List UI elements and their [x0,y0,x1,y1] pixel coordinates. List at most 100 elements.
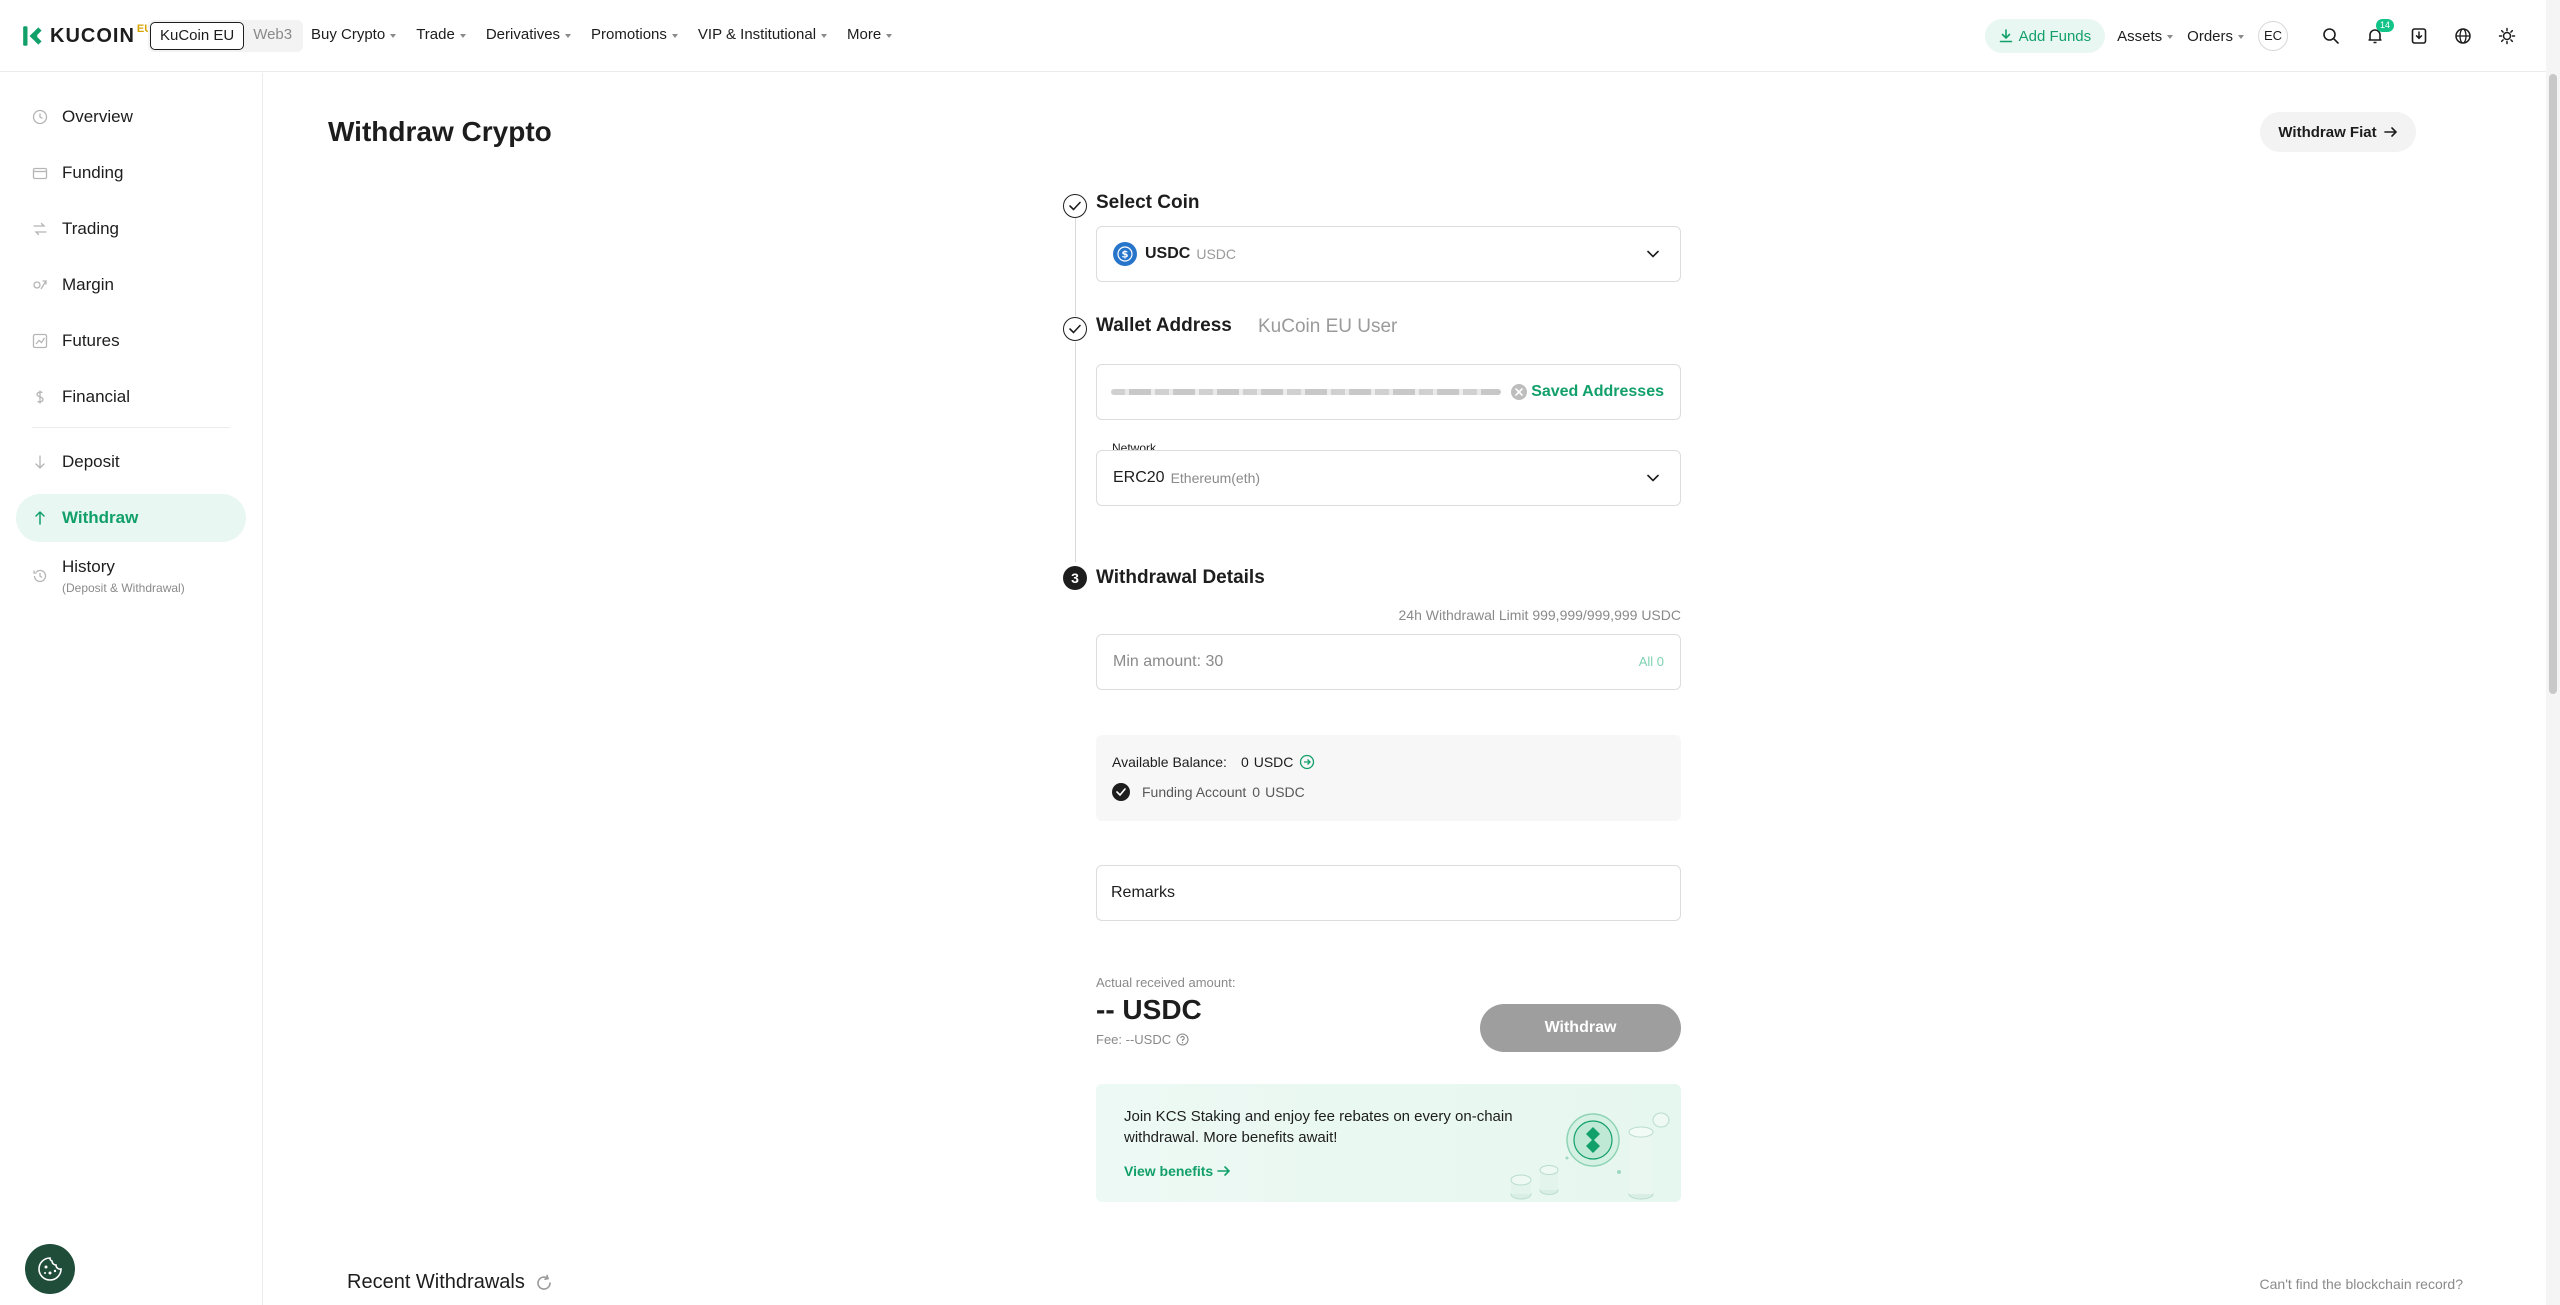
all-amount-link[interactable]: All 0 [1639,654,1664,669]
tab-wallet-address[interactable]: Wallet Address [1096,315,1232,337]
caret-down-icon [565,33,572,38]
page-title: Withdraw Crypto [328,116,552,147]
clear-icon[interactable] [1510,383,1528,401]
tab-kucoin-eu-user[interactable]: KuCoin EU User [1258,316,1397,338]
margin-icon [32,277,48,293]
view-benefits-label: View benefits [1124,1163,1214,1179]
arrow-down-icon [32,454,48,470]
app-download-icon [2411,28,2427,44]
received-amount-value: -- USDC [1096,994,1202,1025]
app-download-button[interactable] [2404,21,2434,51]
add-funds-button[interactable]: Add Funds [1984,19,2106,53]
sidebar-item-funding[interactable]: Funding [16,149,246,197]
step-select-coin-title: Select Coin [1096,192,1200,213]
help-icon[interactable] [1176,1033,1189,1046]
caret-down-icon [2238,35,2244,39]
download-icon [1999,29,2012,43]
withdraw-button[interactable]: Withdraw [1480,1004,1681,1052]
nav-promotions[interactable]: Promotions [591,26,678,43]
page-scrollbar[interactable] [2546,0,2560,1305]
arrow-right-icon [1217,1166,1231,1176]
notification-badge: 14 [2375,19,2394,32]
wallet-address-input[interactable]: Saved Addresses [1096,364,1681,420]
sidebar-item-financial[interactable]: Financial [16,373,246,421]
nav-derivatives[interactable]: Derivatives [486,26,572,43]
funding-account-row[interactable]: Funding Account 0 USDC [1112,783,1305,801]
add-funds-label: Add Funds [2018,27,2092,45]
orders-menu[interactable]: Orders [2187,28,2244,45]
sidebar-item-history[interactable]: History (Deposit & Withdrawal) [16,546,246,606]
checkbox-checked-icon[interactable] [1112,783,1130,801]
platform-switcher: KuCoin EU Web3 [148,20,304,52]
sidebar-item-label: Financial [62,387,131,406]
top-navbar: KUCOIN EU KuCoin EU Web3 Buy Crypto Trad… [0,0,2560,72]
trade-icon [32,221,48,237]
theme-toggle-button[interactable] [2492,21,2522,51]
scrollbar-thumb[interactable] [2549,74,2557,694]
available-balance-row: Available Balance: 0 USDC [1112,754,1315,770]
switch-kucoin-eu[interactable]: KuCoin EU [150,22,245,50]
refresh-icon[interactable] [535,1274,553,1292]
sidebar-item-label: Margin [62,275,114,294]
switch-web3[interactable]: Web3 [244,22,301,50]
cant-find-record-link[interactable]: Can't find the blockchain record? [2260,1276,2463,1292]
nav-more-label: More [847,26,882,43]
usdc-coin-icon: $ [1113,242,1137,266]
caret-down-icon [886,33,893,38]
withdrawal-limit-text: 24h Withdrawal Limit 999,999/999,999 USD… [1398,607,1682,623]
sidebar-item-overview[interactable]: Overview [16,93,246,141]
notifications-button[interactable]: 14 [2360,19,2394,51]
caret-down-icon [459,33,466,38]
network-select[interactable]: ERC20 Ethereum(eth) [1096,450,1681,506]
sidebar-item-label: Futures [62,331,120,350]
withdraw-fiat-button[interactable]: Withdraw Fiat [2260,112,2416,152]
arrow-up-icon [32,510,48,526]
amount-input[interactable] [1113,653,1533,671]
search-icon [2323,28,2339,44]
balance-panel: Available Balance: 0 USDC Funding Accoun… [1096,735,1681,821]
kcs-staking-promo: Join KCS Staking and enjoy fee rebates o… [1096,1084,1681,1202]
assets-menu[interactable]: Assets [2117,27,2174,45]
orders-label: Orders [2187,27,2233,45]
sun-icon [2498,27,2516,45]
sidebar-item-sublabel: (Deposit & Withdrawal) [62,581,185,595]
step-withdrawal-details-title: Withdrawal Details [1096,567,1265,588]
saved-addresses-link[interactable]: Saved Addresses [1531,383,1664,401]
kucoin-logo-icon [23,26,42,46]
sidebar-item-trading[interactable]: Trading [16,205,246,253]
promo-text: Join KCS Staking and enjoy fee rebates o… [1124,1108,1513,1146]
sidebar-item-withdraw[interactable]: Withdraw [16,494,246,542]
recent-withdrawals-title: Recent Withdrawals [347,1271,553,1294]
funding-account-value: 0 [1252,784,1261,800]
assets-label: Assets [2117,27,2163,45]
sidebar-item-margin[interactable]: Margin [16,261,246,309]
step-number-badge: 3 [1063,566,1087,590]
received-amount-label: Actual received amount: [1096,975,1236,990]
sidebar-history-text: History (Deposit & Withdrawal) [62,557,185,595]
view-benefits-link[interactable]: View benefits [1124,1163,1231,1179]
nav-more[interactable]: More [847,26,893,43]
available-balance-label: Available Balance: [1112,754,1227,770]
search-button[interactable] [2316,21,2346,51]
remarks-input[interactable] [1111,884,1651,902]
cookie-settings-button[interactable] [25,1244,75,1294]
nav-trade[interactable]: Trade [416,26,466,43]
step-check-icon [1063,317,1087,341]
network-symbol: ERC20 [1113,469,1165,486]
coin-select[interactable]: $ USDC USDC [1096,226,1681,282]
kucoin-logo[interactable]: KUCOIN EU [22,22,152,50]
chart-icon [32,333,48,349]
avatar[interactable]: EC [2258,21,2288,51]
network-name: Ethereum(eth) [1170,470,1261,486]
nav-vip-institutional[interactable]: VIP & Institutional [698,26,828,43]
wallet-icon [32,165,48,181]
nav-buy-crypto[interactable]: Buy Crypto [311,26,397,43]
fee-row: Fee: --USDC [1096,1032,1189,1047]
step-check-icon [1063,194,1087,218]
sidebar-item-futures[interactable]: Futures [16,317,246,365]
transfer-add-icon[interactable] [1299,754,1315,770]
sidebar-item-label: Deposit [62,452,120,471]
main-nav: Buy Crypto Trade Derivatives Promotions … [311,26,912,43]
language-button[interactable] [2448,21,2478,51]
sidebar-item-deposit[interactable]: Deposit [16,438,246,486]
